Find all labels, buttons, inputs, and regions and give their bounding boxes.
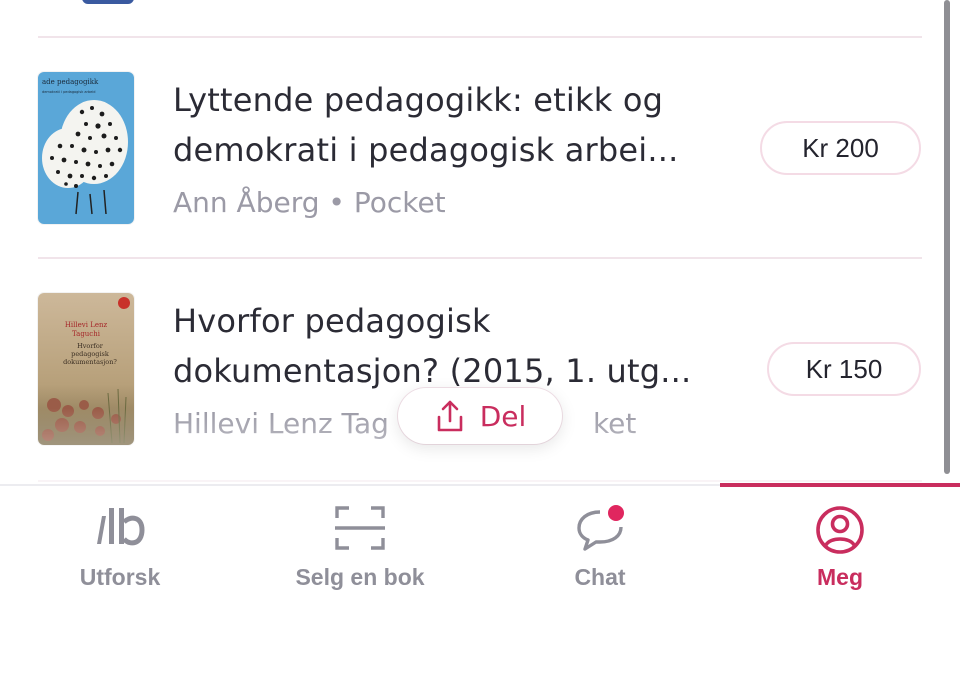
profile-icon <box>720 504 960 554</box>
svg-text:Taguchi: Taguchi <box>72 330 101 338</box>
tab-chat[interactable]: Chat <box>480 486 720 636</box>
lb-logo-icon <box>0 504 240 552</box>
svg-text:dokumentasjon?: dokumentasjon? <box>63 358 117 366</box>
svg-text:Hvorfor: Hvorfor <box>77 342 104 350</box>
tab-meg[interactable]: Meg <box>720 486 960 636</box>
book-title-line-1: Lyttende pedagogikk: etikk og <box>173 81 664 119</box>
price-badge[interactable]: Kr 200 <box>760 121 921 175</box>
book-title[interactable]: Hvorfor pedagogisk dokumentasjon? (2015,… <box>173 296 733 396</box>
share-label: Del <box>479 399 527 433</box>
book-format: ket <box>592 407 637 440</box>
price-text: Kr 200 <box>802 132 879 163</box>
book-format: Pocket <box>353 186 446 219</box>
svg-text:ade pedagogikk: ade pedagogikk <box>42 78 99 86</box>
tab-utforsk[interactable]: Utforsk <box>0 486 240 636</box>
book-title[interactable]: Lyttende pedagogikk: etikk og demokrati … <box>173 75 733 175</box>
list-item[interactable]: ade pedagogikk demokrati i pedagogisk ar… <box>0 38 960 258</box>
previous-book-cover[interactable] <box>82 0 134 4</box>
price-text: Kr 150 <box>805 353 883 384</box>
chat-icon <box>480 504 720 552</box>
tab-selg-en-bok[interactable]: Selg en bok <box>240 486 480 636</box>
book-author: Hillevi Lenz Tag <box>173 407 389 440</box>
price-badge[interactable]: Kr 150 <box>767 342 921 396</box>
tab-label: Utforsk <box>79 564 161 590</box>
chat-notification-badge <box>608 505 624 521</box>
scan-icon <box>240 504 480 552</box>
svg-text:Hillevi Lenz: Hillevi Lenz <box>65 321 108 329</box>
book-title-line-1: Hvorfor pedagogisk <box>173 302 491 340</box>
list-item[interactable]: Hillevi Lenz Taguchi Hvorfor pedagogisk … <box>0 259 960 479</box>
scrollbar[interactable] <box>944 0 950 474</box>
tab-label: Meg <box>817 564 863 590</box>
share-button[interactable]: Del <box>398 388 562 444</box>
tab-label: Selg en bok <box>295 564 425 590</box>
svg-text:demokrati i pedagogisk arbeid: demokrati i pedagogisk arbeid <box>42 90 96 94</box>
book-cover[interactable]: ade pedagogikk demokrati i pedagogisk ar… <box>38 72 134 224</box>
list-divider <box>38 480 922 482</box>
tab-label: Chat <box>574 564 626 590</box>
meta-separator: • <box>328 186 345 219</box>
book-title-line-2: demokrati i pedagogisk arbei... <box>173 131 679 169</box>
bottom-tab-bar: Utforsk Selg en bok Chat Meg <box>0 483 960 673</box>
share-icon <box>434 399 466 433</box>
svg-text:pedagogisk: pedagogisk <box>71 350 109 358</box>
book-meta: Ann Åberg • Pocket <box>173 186 446 219</box>
book-cover[interactable]: Hillevi Lenz Taguchi Hvorfor pedagogisk … <box>38 293 134 445</box>
book-author: Ann Åberg <box>173 186 320 219</box>
